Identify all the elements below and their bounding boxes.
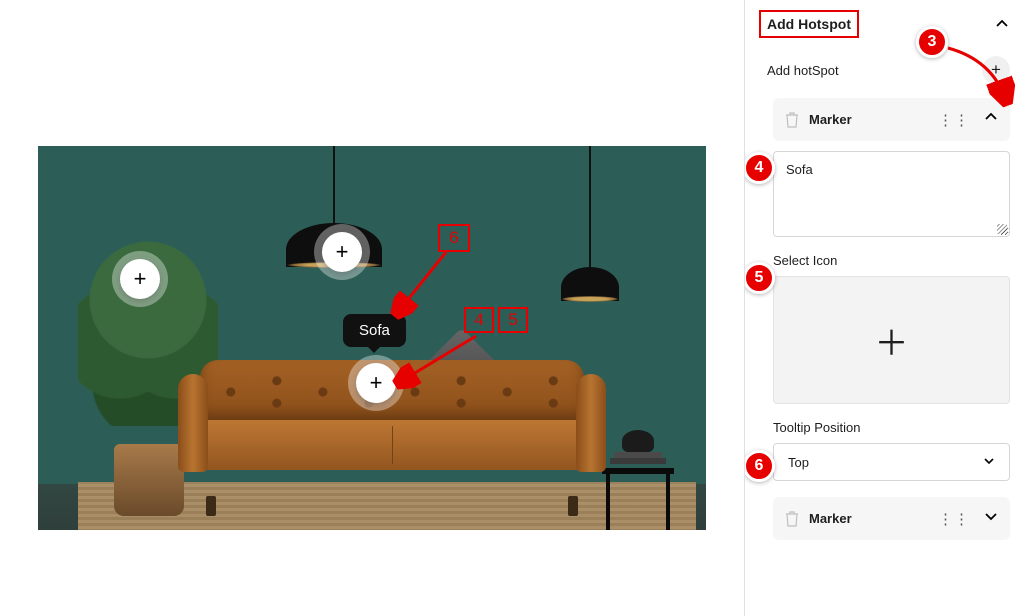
drag-handle-icon[interactable]: ⋮⋮: [938, 111, 970, 129]
chevron-up-icon: [994, 16, 1010, 32]
chevron-up-icon: [984, 110, 998, 124]
trash-icon[interactable]: [785, 511, 799, 527]
preview-canvas: + + + Sofa 6 4 5: [0, 0, 744, 616]
plus-icon: +: [134, 266, 147, 292]
marker-collapse-toggle[interactable]: [984, 110, 998, 129]
section-collapse-toggle[interactable]: [994, 16, 1010, 37]
annotation-step-4: 4: [744, 152, 775, 184]
plus-icon: +: [370, 370, 383, 396]
plus-icon: +: [991, 60, 1001, 80]
marker-title: Marker: [809, 511, 852, 526]
annotation-box-6: 6: [438, 224, 470, 252]
annotation-step-3: 3: [916, 26, 948, 58]
settings-sidebar: Add Hotspot Add hotSpot + Marker ⋮⋮ Sofa…: [744, 0, 1024, 616]
hotspot-plant[interactable]: +: [120, 259, 160, 299]
select-icon-label: Select Icon: [773, 253, 1010, 268]
annotation-step-6: 6: [744, 450, 775, 482]
tooltip-position-select[interactable]: Top: [773, 443, 1010, 481]
select-icon-button[interactable]: ＋: [773, 276, 1010, 404]
marker-panel-2: Marker ⋮⋮: [773, 497, 1010, 540]
tooltip-position-value: Top: [788, 455, 809, 470]
marker-name-value: Sofa: [786, 162, 813, 177]
tooltip-position-label: Tooltip Position: [773, 420, 1010, 435]
hotspot-lamp[interactable]: +: [322, 232, 362, 272]
trash-icon[interactable]: [785, 112, 799, 128]
annotation-box-4: 4: [464, 307, 494, 333]
side-table: [602, 468, 674, 474]
add-hotspot-label: Add hotSpot: [767, 63, 839, 78]
annotation-step-5: 5: [744, 262, 775, 294]
marker-name-input[interactable]: Sofa: [773, 151, 1010, 237]
marker-panel-1: Marker ⋮⋮: [773, 98, 1010, 141]
hotspot-sofa[interactable]: +: [356, 363, 396, 403]
drag-handle-icon[interactable]: ⋮⋮: [938, 510, 970, 528]
marker-expand-toggle[interactable]: [984, 509, 998, 528]
plus-icon: +: [336, 239, 349, 265]
resize-handle-icon[interactable]: [997, 224, 1007, 234]
hotspot-tooltip: Sofa: [343, 314, 406, 347]
marker-title: Marker: [809, 112, 852, 127]
chevron-down-icon: [984, 509, 998, 523]
section-title: Add Hotspot: [759, 10, 859, 38]
chevron-down-icon: [983, 454, 995, 470]
plus-icon: ＋: [875, 316, 909, 365]
hotspot-image: + + + Sofa 6 4 5: [38, 146, 706, 530]
annotation-box-5: 5: [498, 307, 528, 333]
tooltip-text: Sofa: [359, 322, 390, 339]
add-hotspot-button[interactable]: +: [982, 56, 1010, 84]
